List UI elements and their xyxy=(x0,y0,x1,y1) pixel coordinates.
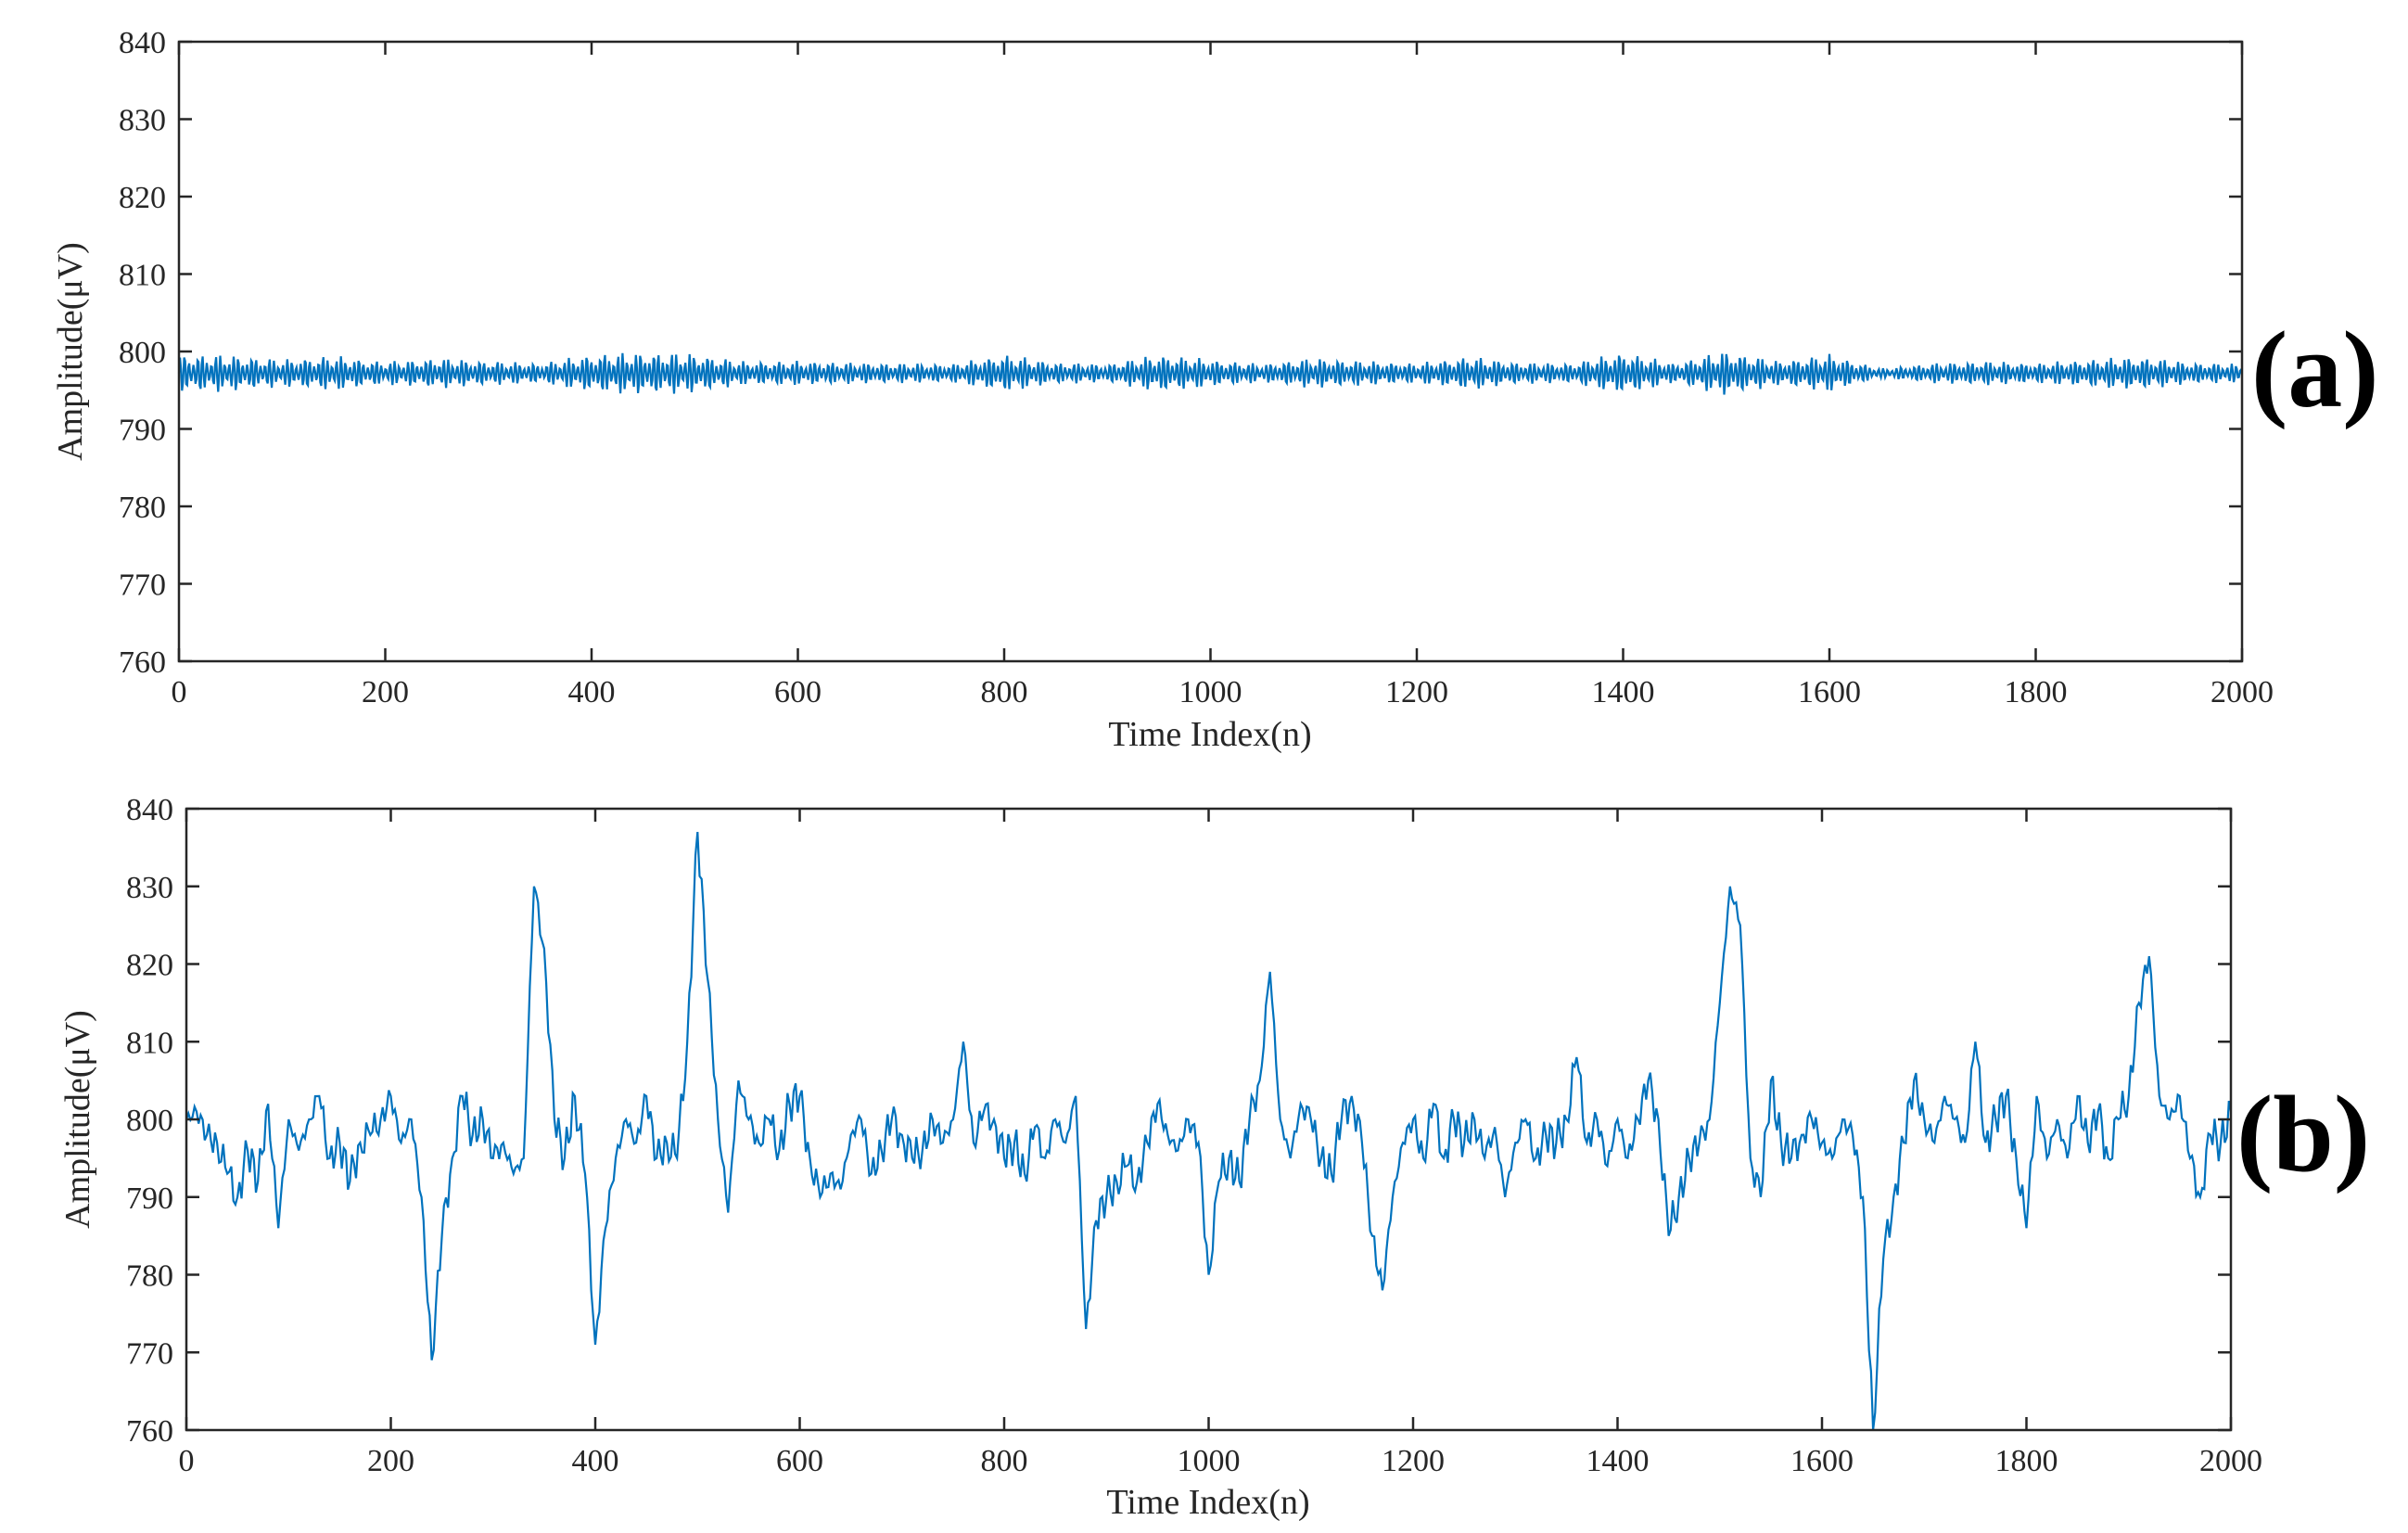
y-tick-label: 830 xyxy=(119,104,166,138)
x-tick-label: 0 xyxy=(179,1444,195,1478)
panel-a-series-line xyxy=(177,352,2244,395)
panel-a-xlabel: Time Index(n) xyxy=(1108,715,1311,754)
y-tick-label: 770 xyxy=(126,1336,173,1371)
x-tick-label: 1400 xyxy=(1592,675,1655,709)
panel-a-chart: (a) Time Index(n) Amplitude(μV) 0 200 400 6… xyxy=(51,26,2379,754)
y-tick-label: 770 xyxy=(119,568,166,603)
panel-b-ylabel: Amplitude(μV) xyxy=(58,1010,97,1229)
y-tick-label: 790 xyxy=(119,414,166,448)
x-tick-label: 400 xyxy=(568,675,616,709)
panel-b-xlabel: Time Index(n) xyxy=(1106,1483,1309,1522)
x-tick-label: 1600 xyxy=(1798,675,1861,709)
y-tick-label: 840 xyxy=(119,26,166,60)
y-tick-label: 820 xyxy=(119,181,166,215)
x-tick-label: 1800 xyxy=(2005,675,2068,709)
x-tick-label: 1600 xyxy=(1790,1444,1854,1478)
x-tick-label: 800 xyxy=(981,1444,1028,1478)
x-tick-label: 400 xyxy=(572,1444,619,1478)
x-tick-label: 200 xyxy=(367,1444,414,1478)
x-tick-label: 0 xyxy=(172,675,187,709)
figure: (a) Time Index(n) Amplitude(μV) 0 200 400 6… xyxy=(51,26,2379,1522)
x-tick-label: 1200 xyxy=(1382,1444,1445,1478)
y-tick-label: 800 xyxy=(119,336,166,370)
x-tick-label: 2000 xyxy=(2211,675,2274,709)
x-tick-label: 1000 xyxy=(1178,1444,1241,1478)
x-tick-label: 600 xyxy=(776,1444,823,1478)
y-tick-label: 810 xyxy=(126,1026,173,1060)
y-tick-label: 780 xyxy=(126,1259,173,1294)
x-tick-label: 200 xyxy=(362,675,409,709)
panel-b-label: (b) xyxy=(2236,1073,2370,1194)
x-tick-label: 600 xyxy=(774,675,822,709)
y-tick-label: 790 xyxy=(126,1182,173,1216)
x-tick-label: 800 xyxy=(981,675,1028,709)
y-tick-label: 760 xyxy=(119,645,166,680)
y-tick-label: 820 xyxy=(126,949,173,983)
x-tick-label: 1200 xyxy=(1385,675,1448,709)
x-tick-label: 1400 xyxy=(1586,1444,1650,1478)
y-tick-label: 840 xyxy=(126,793,173,827)
panel-a-axes-box xyxy=(177,40,2244,663)
panel-a-label: (a) xyxy=(2251,309,2379,430)
panel-b-series-line xyxy=(185,832,2233,1431)
y-tick-label: 830 xyxy=(126,871,173,905)
x-tick-label: 1000 xyxy=(1179,675,1242,709)
y-tick-label: 810 xyxy=(119,259,166,293)
panel-b-chart: (b) Time Index(n) Amplitude(μV) 0 200 400 6… xyxy=(58,793,2370,1522)
y-tick-label: 780 xyxy=(119,491,166,525)
y-tick-label: 800 xyxy=(126,1104,173,1138)
panel-a-ylabel: Amplitude(μV) xyxy=(51,242,90,461)
x-tick-label: 2000 xyxy=(2199,1444,2262,1478)
y-tick-label: 760 xyxy=(126,1414,173,1449)
x-tick-label: 1800 xyxy=(1995,1444,2058,1478)
